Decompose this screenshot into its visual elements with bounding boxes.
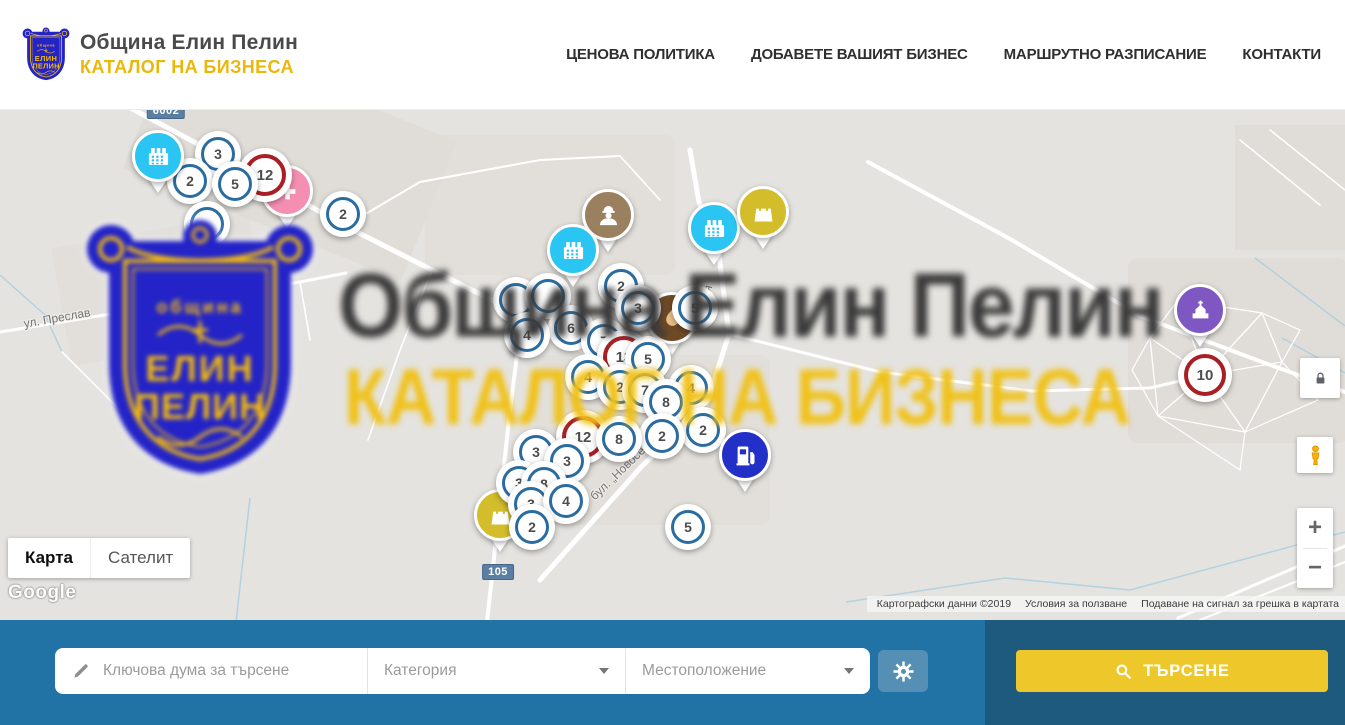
report-map-error-link[interactable]: Подаване на сигнал за грешка в картата	[1141, 598, 1339, 610]
nav-item[interactable]: ЦЕНОВА ПОЛИТИКА	[566, 46, 715, 63]
map-attribution: Картографски данни ©2019 Условия за ползв…	[867, 596, 1345, 612]
keyword-field	[55, 648, 367, 694]
zoom-control: + −	[1297, 508, 1333, 588]
location-select-label: Местоположение	[642, 662, 844, 680]
municipality-logo-icon	[22, 26, 70, 83]
lock-control[interactable]	[1300, 358, 1340, 398]
fuel-pin[interactable]	[719, 429, 771, 495]
factory-pin[interactable]	[688, 202, 740, 268]
chevron-down-icon	[599, 668, 609, 679]
church-icon	[1187, 297, 1214, 324]
factory-icon	[560, 237, 587, 264]
brand-link[interactable]: Община Елин Пелин КАТАЛОГ НА БИЗНЕСА	[22, 26, 298, 83]
search-bar: Категория Местоположение	[0, 620, 1345, 725]
keyword-input[interactable]	[103, 662, 355, 680]
shopping-bag-pin[interactable]	[737, 186, 789, 252]
pegman-icon	[1304, 444, 1327, 467]
lock-icon	[1312, 370, 1329, 387]
search-icon	[1114, 662, 1133, 681]
search-submit-panel: ТЪРСЕНЕ	[985, 620, 1345, 725]
map-type-satellite-button[interactable]: Сателит	[90, 538, 190, 578]
search-button[interactable]: ТЪРСЕНЕ	[1016, 650, 1328, 692]
gear-icon	[892, 660, 915, 683]
nav-item[interactable]: МАРШРУТНО РАЗПИСАНИЕ	[1004, 46, 1207, 63]
terms-of-use-link[interactable]: Условия за ползване	[1025, 598, 1127, 610]
church-pin[interactable]	[1174, 284, 1226, 350]
fuel-icon	[732, 442, 759, 469]
pegman-control[interactable]	[1297, 437, 1333, 473]
main-nav: ЦЕНОВА ПОЛИТИКА ДОБАВЕТЕ ВАШИЯТ БИЗНЕС МАР…	[566, 46, 1321, 63]
search-fields-group: Категория Местоположение	[55, 648, 870, 694]
attribution-copyright: Картографски данни ©2019	[877, 598, 1011, 610]
search-button-label: ТЪРСЕНЕ	[1143, 662, 1229, 681]
category-select-label: Категория	[384, 662, 599, 680]
google-logo[interactable]: Google	[8, 582, 76, 604]
map-type-map-button[interactable]: Карта	[8, 538, 90, 578]
chevron-down-icon	[844, 668, 854, 679]
factory-pin[interactable]	[132, 130, 184, 196]
map-type-control: Карта Сателит	[8, 538, 190, 578]
location-select[interactable]: Местоположение	[625, 648, 870, 694]
factory-pin[interactable]	[547, 224, 599, 290]
map-pins-front-layer	[0, 110, 1345, 620]
map-canvas[interactable]: ул. Преславбул. „Новоселция 6002105 3212…	[0, 110, 1345, 620]
factory-icon	[701, 215, 728, 242]
site-subtitle: КАТАЛОГ НА БИЗНЕСА	[80, 57, 298, 78]
site-title: Община Елин Пелин	[80, 31, 298, 55]
nav-item[interactable]: КОНТАКТИ	[1242, 46, 1321, 63]
site-header: Община Елин Пелин КАТАЛОГ НА БИЗНЕСА ЦЕН…	[0, 0, 1345, 110]
page: Община Елин Пелин КАТАЛОГ НА БИЗНЕСА ЦЕН…	[0, 0, 1345, 725]
factory-icon	[145, 143, 172, 170]
nav-item[interactable]: ДОБАВЕТЕ ВАШИЯТ БИЗНЕС	[751, 46, 968, 63]
advanced-settings-button[interactable]	[878, 650, 928, 692]
category-select[interactable]: Категория	[367, 648, 625, 694]
shopping-bag-icon	[750, 199, 777, 226]
zoom-out-button[interactable]: −	[1297, 549, 1333, 589]
pencil-icon	[71, 661, 91, 681]
zoom-in-button[interactable]: +	[1297, 508, 1333, 548]
